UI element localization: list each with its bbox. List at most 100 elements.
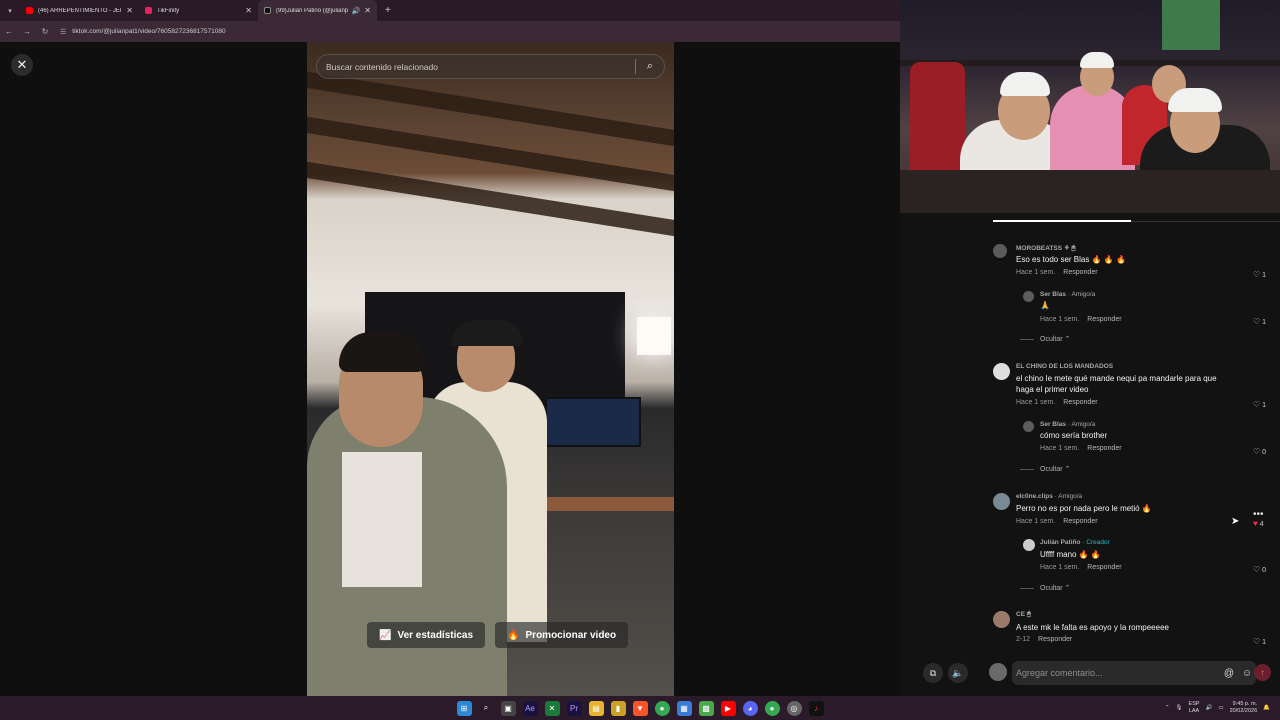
search-icon[interactable]: ⌕ xyxy=(479,701,494,716)
reply-button[interactable]: Responder xyxy=(1087,564,1121,571)
related-search-input[interactable]: Buscar contenido relacionado ⌕ xyxy=(316,54,665,79)
close-video-button[interactable]: ✕ xyxy=(11,54,33,76)
tab-comments-indicator[interactable] xyxy=(993,220,1131,222)
tikfinity-icon xyxy=(145,7,152,14)
user-badges: ⚘ 🖱 xyxy=(1063,245,1076,252)
tiktok-icon[interactable]: ♪ xyxy=(808,700,824,716)
chrome-icon[interactable]: ● xyxy=(764,700,780,716)
comment-username[interactable]: elc0ne.clips · Amigo/a xyxy=(1016,493,1082,500)
file-explorer-icon[interactable]: ▤ xyxy=(588,700,604,716)
discord-icon[interactable]: ◕ xyxy=(742,700,758,716)
comment-username[interactable]: Ser Blas · Amigo/a xyxy=(1040,421,1095,428)
reply-button[interactable]: Responder xyxy=(1063,518,1097,525)
start-icon[interactable]: ⊞ xyxy=(456,700,472,716)
like-count: 1 xyxy=(1262,402,1267,409)
hide-replies-button[interactable]: Ocultar ⌃ xyxy=(1020,584,1070,592)
language-indicator[interactable]: ESP LAA xyxy=(1189,701,1200,715)
comment-username[interactable]: EL CHINO DE LOS MANDADOS xyxy=(1016,363,1113,370)
tab-search-icon[interactable]: ▾ xyxy=(0,0,20,21)
video-frame-detail xyxy=(637,317,671,355)
forward-icon[interactable]: → xyxy=(18,27,36,36)
tiktok-video-page: ✕ Buscar contenido relacionado ⌕ 📈 Ver e… xyxy=(0,42,900,696)
avatar[interactable] xyxy=(1023,539,1035,551)
search-icon[interactable]: ⌕ xyxy=(636,60,664,73)
avatar[interactable] xyxy=(1023,421,1034,432)
browser-tab-tikfinity[interactable]: TikFinity ✕ xyxy=(139,0,258,21)
xbox-icon[interactable]: ✕ xyxy=(544,700,560,716)
like-button[interactable]: ♡ 0 xyxy=(1253,565,1266,574)
date-text: 20/02/2026 xyxy=(1229,708,1258,714)
username-text: MOROBEATSS xyxy=(1016,245,1063,252)
browser-tab-tiktok[interactable]: (99)Julián Patiño (@julianp 🔊 ✕ xyxy=(258,0,377,21)
reply-button[interactable]: Responder xyxy=(1087,316,1121,323)
copy-link-icon[interactable]: ⧉ xyxy=(923,663,943,683)
mention-icon[interactable]: @ xyxy=(1220,668,1238,679)
avatar[interactable] xyxy=(993,493,1010,510)
comment-input[interactable]: Agregar comentario... @ ☺ xyxy=(1012,661,1256,685)
speaker-icon[interactable]: 🔊 xyxy=(352,7,361,15)
app-icon[interactable]: ◎ xyxy=(786,700,802,716)
avatar[interactable] xyxy=(1023,291,1034,302)
new-tab-button[interactable]: + xyxy=(385,5,391,16)
like-button[interactable]: ♡ 1 xyxy=(1253,317,1266,326)
app-icon[interactable]: ▮ xyxy=(610,700,626,716)
like-button[interactable]: ♡ 1 xyxy=(1253,270,1266,279)
close-tab-icon[interactable]: ✕ xyxy=(364,6,371,15)
speaker-icon[interactable]: 🔊 xyxy=(1206,705,1213,711)
webcam-detail xyxy=(1080,52,1114,68)
like-button[interactable]: ♡ 1 xyxy=(1253,400,1266,409)
reply-button[interactable]: Responder xyxy=(1063,269,1097,276)
comment-meta: Hace 1 sem. Responder xyxy=(1016,518,1098,525)
site-info-icon[interactable]: ☰ xyxy=(60,28,66,36)
like-button[interactable]: ♡ 0 xyxy=(1253,447,1266,456)
promote-video-button[interactable]: 🔥 Promocionar video xyxy=(495,622,629,648)
task-view-icon[interactable]: ▣ xyxy=(500,700,516,716)
notifications-icon[interactable]: 🔔 xyxy=(1263,705,1270,711)
hide-label: Ocultar ⌃ xyxy=(1040,466,1071,473)
send-comment-button[interactable]: ↑ xyxy=(1254,664,1271,681)
app-icon[interactable]: ▦ xyxy=(676,700,692,716)
reload-icon[interactable]: ↻ xyxy=(36,27,54,36)
lang-secondary: LAA xyxy=(1188,708,1200,714)
minecraft-icon[interactable]: ▩ xyxy=(698,700,714,716)
volume-icon[interactable]: 🔈 xyxy=(948,663,968,683)
battery-icon[interactable]: ▭ xyxy=(1218,705,1223,711)
after-effects-icon[interactable]: Ae xyxy=(522,700,538,716)
chevron-up-icon[interactable]: ⌃ xyxy=(1165,705,1170,711)
view-stats-button[interactable]: 📈 Ver estadísticas xyxy=(367,622,486,648)
reply-button[interactable]: Responder xyxy=(1038,636,1072,643)
close-tab-icon[interactable]: ✕ xyxy=(245,6,252,15)
close-tab-icon[interactable]: ✕ xyxy=(126,6,133,15)
browser-tab-bar: ▾ (46) ARREPENTIMIENTO - JEIP ✕ TikFinit… xyxy=(0,0,900,21)
comment-username[interactable]: Julián Patiño · Creador xyxy=(1040,539,1110,546)
hide-replies-button[interactable]: Ocultar ⌃ xyxy=(1020,465,1070,473)
screen: ▾ (46) ARREPENTIMIENTO - JEIP ✕ TikFinit… xyxy=(0,0,1280,720)
youtube-icon[interactable]: ▶ xyxy=(720,700,736,716)
video-player[interactable] xyxy=(307,42,674,696)
hide-replies-button[interactable]: Ocultar ⌃ xyxy=(1020,335,1070,343)
comment-username[interactable]: MOROBEATSS ⚘ 🖱 xyxy=(1016,244,1075,253)
clock[interactable]: 9:45 p. m. 20/02/2026 xyxy=(1230,701,1258,715)
reply-button[interactable]: Responder xyxy=(1063,399,1097,406)
comment-text: el chino le mete qué mande nequi pa mand… xyxy=(1016,374,1217,383)
avatar[interactable] xyxy=(993,611,1010,628)
comment-username[interactable]: CE 🖱 xyxy=(1016,611,1031,619)
url-field[interactable]: ☰ tiktok.com/@julianpat1/video/760582723… xyxy=(60,24,900,39)
comment-text: A este mk le falta es apoyo y la rompeee… xyxy=(1016,623,1169,632)
avatar[interactable] xyxy=(993,244,1007,258)
premiere-icon[interactable]: Pr xyxy=(566,700,582,716)
brave-icon[interactable]: ▼ xyxy=(632,700,648,716)
chart-icon: 📈 xyxy=(379,629,392,641)
tab-title: (46) ARREPENTIMIENTO - JEIP xyxy=(38,7,123,14)
reply-button[interactable]: Responder xyxy=(1087,445,1121,452)
like-button[interactable]: ♥ 4 xyxy=(1253,519,1264,528)
comment-username[interactable]: Ser Blas · Amigo/a xyxy=(1040,291,1095,298)
microphone-icon[interactable]: 🎙 xyxy=(1176,705,1183,711)
like-button[interactable]: ♡ 1 xyxy=(1253,637,1266,646)
webcam-detail xyxy=(1162,0,1220,50)
back-icon[interactable]: ← xyxy=(0,27,18,36)
chrome-icon[interactable]: ● xyxy=(654,700,670,716)
avatar[interactable] xyxy=(993,363,1010,380)
browser-tab-youtube[interactable]: (46) ARREPENTIMIENTO - JEIP ✕ xyxy=(20,0,139,21)
comment-meta: Hace 1 sem. Responder xyxy=(1016,399,1098,406)
